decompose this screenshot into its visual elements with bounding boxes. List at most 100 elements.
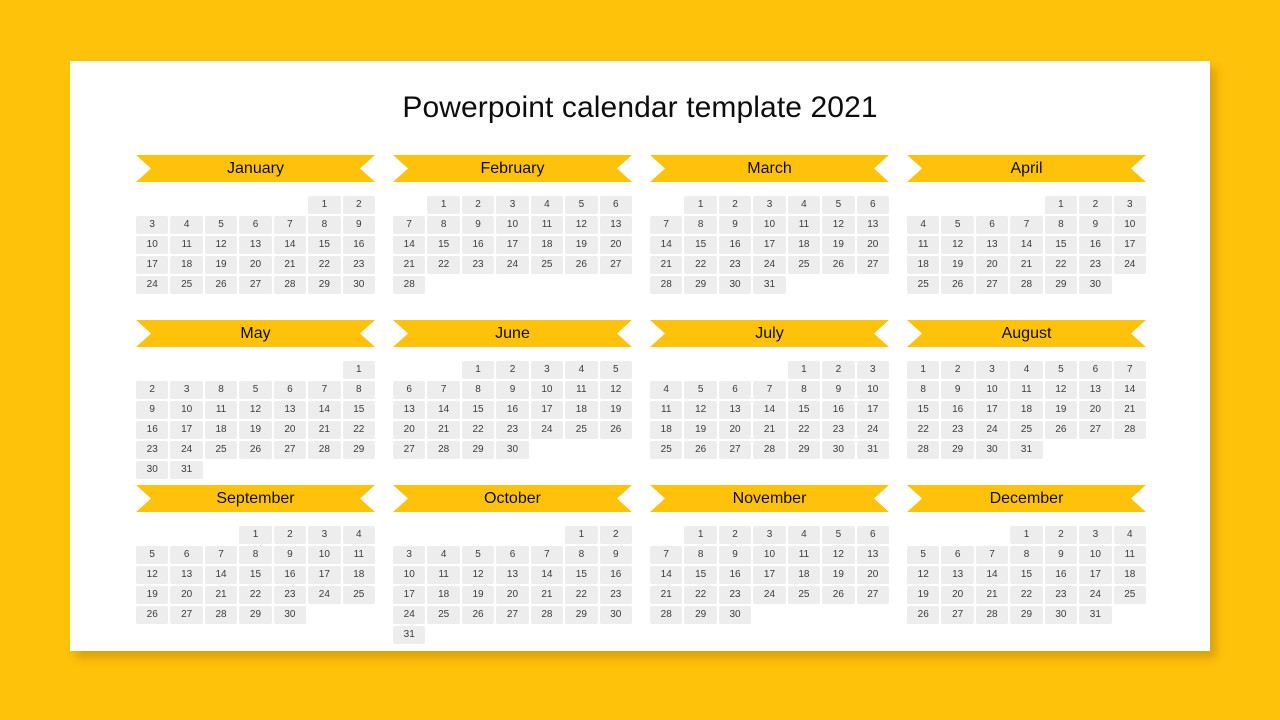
day-cell[interactable]: 14: [393, 236, 426, 254]
day-cell[interactable]: 12: [822, 216, 855, 234]
day-cell[interactable]: 7: [975, 546, 1009, 564]
day-cell[interactable]: 26: [239, 441, 272, 459]
day-cell[interactable]: 5: [684, 381, 717, 399]
day-cell[interactable]: 21: [530, 586, 564, 604]
day-cell[interactable]: 2: [1079, 196, 1112, 214]
day-cell[interactable]: 10: [856, 381, 889, 399]
day-cell[interactable]: 10: [136, 236, 169, 254]
day-cell[interactable]: 12: [822, 546, 855, 564]
day-cell[interactable]: 16: [342, 236, 375, 254]
day-cell[interactable]: 5: [204, 216, 238, 234]
day-cell[interactable]: 5: [136, 546, 169, 564]
day-cell[interactable]: 9: [273, 546, 307, 564]
day-cell[interactable]: 11: [787, 216, 821, 234]
day-cell[interactable]: 16: [599, 566, 632, 584]
day-cell[interactable]: 15: [239, 566, 272, 584]
day-cell[interactable]: 16: [718, 236, 752, 254]
day-cell[interactable]: 9: [342, 216, 375, 234]
day-cell[interactable]: 4: [787, 196, 821, 214]
day-cell[interactable]: 3: [1113, 196, 1146, 214]
day-cell[interactable]: 18: [427, 586, 460, 604]
day-cell[interactable]: 16: [1079, 236, 1112, 254]
day-cell[interactable]: 17: [1079, 566, 1112, 584]
day-cell[interactable]: 26: [1044, 421, 1078, 439]
day-cell[interactable]: 13: [1079, 381, 1112, 399]
day-cell[interactable]: 30: [273, 606, 307, 624]
day-cell[interactable]: 4: [650, 381, 683, 399]
day-cell[interactable]: 27: [496, 606, 529, 624]
day-cell[interactable]: 21: [1113, 401, 1146, 419]
day-cell[interactable]: 13: [941, 566, 974, 584]
day-cell[interactable]: 10: [975, 381, 1009, 399]
day-cell[interactable]: 12: [941, 236, 974, 254]
day-cell[interactable]: 17: [856, 401, 889, 419]
day-cell[interactable]: 29: [1044, 276, 1078, 294]
day-cell[interactable]: 2: [941, 361, 974, 379]
day-cell[interactable]: 25: [170, 276, 203, 294]
day-cell[interactable]: 27: [718, 441, 752, 459]
day-cell[interactable]: 17: [530, 401, 564, 419]
day-cell[interactable]: 7: [427, 381, 460, 399]
day-cell[interactable]: 12: [907, 566, 940, 584]
day-cell[interactable]: 10: [530, 381, 564, 399]
day-cell[interactable]: 5: [822, 196, 855, 214]
day-cell[interactable]: 3: [753, 526, 786, 544]
day-cell[interactable]: 1: [787, 361, 821, 379]
day-cell[interactable]: 1: [427, 196, 460, 214]
day-cell[interactable]: 27: [856, 256, 889, 274]
day-cell[interactable]: 14: [204, 566, 238, 584]
day-cell[interactable]: 17: [308, 566, 341, 584]
day-cell[interactable]: 19: [822, 566, 855, 584]
day-cell[interactable]: 21: [753, 421, 786, 439]
day-cell[interactable]: 7: [1113, 361, 1146, 379]
day-cell[interactable]: 1: [308, 196, 341, 214]
day-cell[interactable]: 2: [599, 526, 632, 544]
day-cell[interactable]: 27: [599, 256, 632, 274]
day-cell[interactable]: 25: [342, 586, 375, 604]
day-cell[interactable]: 6: [496, 546, 529, 564]
day-cell[interactable]: 3: [308, 526, 341, 544]
day-cell[interactable]: 15: [1044, 236, 1078, 254]
day-cell[interactable]: 20: [856, 236, 889, 254]
day-cell[interactable]: 23: [342, 256, 375, 274]
day-cell[interactable]: 23: [718, 256, 752, 274]
day-cell[interactable]: 29: [684, 606, 717, 624]
day-cell[interactable]: 3: [136, 216, 169, 234]
day-cell[interactable]: 18: [170, 256, 203, 274]
day-cell[interactable]: 22: [1010, 586, 1043, 604]
day-cell[interactable]: 20: [856, 566, 889, 584]
day-cell[interactable]: 29: [239, 606, 272, 624]
day-cell[interactable]: 16: [496, 401, 529, 419]
day-cell[interactable]: 30: [496, 441, 529, 459]
day-cell[interactable]: 11: [204, 401, 238, 419]
day-cell[interactable]: 18: [650, 421, 683, 439]
day-cell[interactable]: 9: [941, 381, 974, 399]
day-cell[interactable]: 8: [907, 381, 940, 399]
day-cell[interactable]: 8: [342, 381, 375, 399]
day-cell[interactable]: 21: [650, 586, 683, 604]
day-cell[interactable]: 10: [393, 566, 426, 584]
day-cell[interactable]: 22: [684, 586, 717, 604]
day-cell[interactable]: 24: [308, 586, 341, 604]
day-cell[interactable]: 7: [393, 216, 426, 234]
day-cell[interactable]: 27: [1079, 421, 1112, 439]
day-cell[interactable]: 23: [1079, 256, 1112, 274]
day-cell[interactable]: 24: [530, 421, 564, 439]
day-cell[interactable]: 23: [822, 421, 855, 439]
day-cell[interactable]: 3: [753, 196, 786, 214]
day-cell[interactable]: 16: [461, 236, 495, 254]
day-cell[interactable]: 9: [496, 381, 529, 399]
day-cell[interactable]: 13: [273, 401, 307, 419]
day-cell[interactable]: 8: [1010, 546, 1043, 564]
day-cell[interactable]: 12: [684, 401, 717, 419]
day-cell[interactable]: 11: [650, 401, 683, 419]
day-cell[interactable]: 11: [787, 546, 821, 564]
day-cell[interactable]: 8: [565, 546, 598, 564]
day-cell[interactable]: 11: [530, 216, 564, 234]
day-cell[interactable]: 25: [787, 256, 821, 274]
day-cell[interactable]: 1: [684, 196, 717, 214]
day-cell[interactable]: 14: [427, 401, 460, 419]
day-cell[interactable]: 6: [273, 381, 307, 399]
day-cell[interactable]: 25: [204, 441, 238, 459]
day-cell[interactable]: 5: [822, 526, 855, 544]
